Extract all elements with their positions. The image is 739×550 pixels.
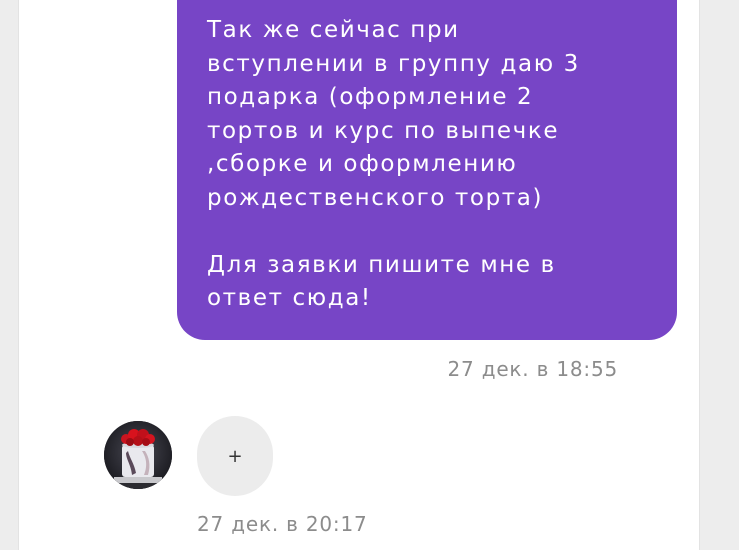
outgoing-message-timestamp: 27 дек. в 18:55 bbox=[447, 357, 618, 381]
avatar[interactable] bbox=[104, 421, 172, 489]
incoming-message-timestamp: 27 дек. в 20:17 bbox=[197, 512, 368, 536]
cake-photo-icon bbox=[104, 421, 172, 489]
outgoing-message-text: Так же сейчас при вступлении в группу да… bbox=[207, 17, 580, 311]
chat-panel: Так же сейчас при вступлении в группу да… bbox=[18, 0, 700, 550]
outgoing-message-bubble[interactable]: Так же сейчас при вступлении в группу да… bbox=[177, 0, 677, 340]
incoming-message-bubble[interactable]: + bbox=[197, 416, 273, 496]
incoming-message-text: + bbox=[227, 445, 243, 467]
